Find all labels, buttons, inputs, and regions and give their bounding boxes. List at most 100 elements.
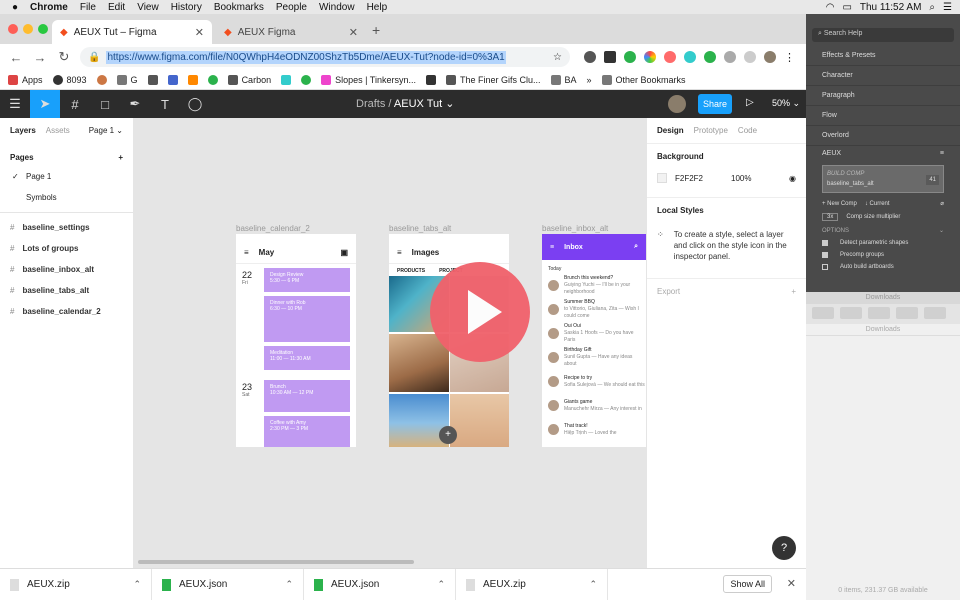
- layer-item[interactable]: # baseline_inbox_alt: [0, 259, 133, 280]
- minimize-window-button[interactable]: [23, 24, 33, 34]
- profile-avatar[interactable]: [764, 50, 776, 63]
- bookmark-ba[interactable]: BA: [550, 74, 577, 85]
- panel-menu-icon[interactable]: ≡: [940, 150, 944, 157]
- tag-button[interactable]: [924, 307, 946, 319]
- extension-icon[interactable]: [604, 50, 616, 63]
- close-tab-icon[interactable]: ✕: [195, 26, 204, 39]
- zoom-dropdown[interactable]: 50% ⌄: [772, 98, 800, 109]
- frame-label[interactable]: baseline_inbox_alt: [542, 224, 608, 233]
- download-item[interactable]: AEUX.json ⌃: [152, 568, 304, 600]
- file-name[interactable]: AEUX Tut ⌄: [394, 98, 455, 110]
- tab-layers[interactable]: Layers: [10, 126, 36, 135]
- frame-label[interactable]: baseline_tabs_alt: [389, 224, 451, 233]
- add-page-icon[interactable]: +: [118, 153, 123, 162]
- view-toggle[interactable]: [840, 307, 862, 319]
- menu-view[interactable]: View: [137, 2, 159, 13]
- other-bookmarks[interactable]: Other Bookmarks: [601, 74, 686, 85]
- menu-list-icon[interactable]: ☰: [943, 2, 952, 13]
- chevron-down-icon[interactable]: ⌄: [939, 227, 944, 234]
- share-button[interactable]: Share: [698, 94, 732, 114]
- bookmark-icon-only[interactable]: [207, 74, 218, 85]
- search-icon[interactable]: ⌕: [929, 2, 935, 13]
- download-item[interactable]: AEUX.zip ⌃: [456, 568, 608, 600]
- bookmark-icon-only[interactable]: [301, 74, 312, 85]
- bookmark-icon-only[interactable]: [167, 74, 178, 85]
- inbox-frame[interactable]: ≡ Inbox ⌕ Today Brunch this weekend? Guiyin…: [542, 234, 646, 447]
- chevron-up-icon[interactable]: ⌃: [133, 579, 141, 590]
- layer-item[interactable]: # baseline_calendar_2: [0, 301, 133, 322]
- option-checkbox[interactable]: Detect parametric shapes: [806, 237, 960, 249]
- bookmarks-overflow[interactable]: »: [587, 75, 592, 85]
- bookmark-icon-only[interactable]: [147, 74, 158, 85]
- comment-tool-icon[interactable]: ◯: [180, 90, 210, 118]
- text-tool-icon[interactable]: T: [150, 90, 180, 118]
- frame-label[interactable]: baseline_calendar_2: [236, 224, 310, 233]
- extension-icon[interactable]: [684, 50, 696, 63]
- help-button[interactable]: ?: [772, 536, 796, 560]
- menu-bookmarks[interactable]: Bookmarks: [214, 2, 264, 13]
- horizontal-scrollbar[interactable]: [138, 560, 414, 564]
- url-field[interactable]: 🔒 https://www.figma.com/file/N0QWhpH4eOD…: [80, 47, 570, 67]
- bookmark-8093[interactable]: 8093: [52, 74, 87, 85]
- chevron-up-icon[interactable]: ⌃: [285, 579, 293, 590]
- tab-assets[interactable]: Assets: [46, 126, 70, 135]
- tab-prototype[interactable]: Prototype: [694, 126, 728, 135]
- page-item[interactable]: Symbols: [0, 187, 133, 208]
- bookmark-icon-only[interactable]: [187, 74, 198, 85]
- battery-icon[interactable]: ▭: [842, 2, 851, 13]
- layer-item[interactable]: # baseline_settings: [0, 217, 133, 238]
- shape-tool-icon[interactable]: □: [90, 90, 120, 118]
- chevron-up-icon[interactable]: ⌃: [437, 579, 445, 590]
- comp-size-input[interactable]: 3x: [822, 213, 839, 221]
- close-tab-icon[interactable]: ✕: [349, 26, 358, 39]
- bookmark-g[interactable]: G: [116, 74, 138, 85]
- calendar-frame[interactable]: ≡ May ▣ 22 Fri Design Review 5:30 — 6 PM Din…: [236, 234, 356, 447]
- eye-icon[interactable]: ◉: [789, 174, 796, 183]
- frame-tool-icon[interactable]: #: [60, 90, 90, 118]
- tab-code[interactable]: Code: [738, 126, 757, 135]
- color-swatch[interactable]: [657, 173, 667, 183]
- more-menu-icon[interactable]: ⋮: [784, 51, 795, 64]
- extension-icon[interactable]: [724, 50, 736, 63]
- bookmark-apps[interactable]: Apps: [8, 74, 43, 85]
- panel-section[interactable]: Flow: [806, 106, 960, 126]
- share-button[interactable]: [896, 307, 918, 319]
- panel-section[interactable]: Effects & Presets: [806, 46, 960, 66]
- present-play-icon[interactable]: ▷: [746, 97, 754, 108]
- close-icon[interactable]: ✕: [787, 577, 796, 590]
- search-help-field[interactable]: ⌕ Search Help: [812, 28, 954, 42]
- extension-icon[interactable]: [744, 50, 756, 63]
- bookmark-icon-only[interactable]: [425, 74, 436, 85]
- option-checkbox[interactable]: Auto build artboards: [806, 261, 960, 273]
- show-all-button[interactable]: Show All: [723, 575, 772, 593]
- apple-menu-icon[interactable]: ●: [12, 2, 18, 13]
- attach-icon[interactable]: ⌀: [940, 200, 944, 207]
- menu-help[interactable]: Help: [367, 2, 388, 13]
- figma-canvas[interactable]: baseline_calendar_2 baseline_tabs_alt ba…: [134, 118, 646, 568]
- new-tab-button[interactable]: +: [372, 22, 380, 38]
- bookmark-star-icon[interactable]: ☆: [553, 52, 562, 63]
- menu-file[interactable]: File: [80, 2, 96, 13]
- current-button[interactable]: ↓ Current: [865, 201, 890, 207]
- url-text[interactable]: https://www.figma.com/file/N0QWhpH4eODNZ…: [106, 50, 506, 64]
- browser-tab[interactable]: ◆ AEUX Figma ✕: [216, 20, 366, 44]
- forward-icon[interactable]: →: [32, 50, 48, 65]
- option-checkbox[interactable]: Precomp groups: [806, 249, 960, 261]
- new-comp-button[interactable]: + New Comp: [822, 201, 857, 207]
- bookmark-finer-gifs[interactable]: The Finer Gifs Clu...: [445, 74, 541, 85]
- bg-opacity-input[interactable]: 100%: [731, 174, 751, 183]
- bookmark-icon-only[interactable]: [281, 74, 292, 85]
- page-dropdown[interactable]: Page 1 ⌄: [89, 126, 123, 135]
- video-play-button[interactable]: [430, 262, 530, 362]
- download-item[interactable]: AEUX.zip ⌃: [0, 568, 152, 600]
- hamburger-menu-icon[interactable]: ☰: [0, 90, 30, 118]
- layer-item[interactable]: # Lots of groups: [0, 238, 133, 259]
- background-fill-row[interactable]: F2F2F2 100% ◉: [647, 169, 806, 187]
- action-button[interactable]: [868, 307, 890, 319]
- bookmark-icon-only[interactable]: [96, 74, 107, 85]
- menu-chrome[interactable]: Chrome: [30, 2, 68, 13]
- wifi-icon[interactable]: ◠: [826, 2, 835, 13]
- chevron-up-icon[interactable]: ⌃: [589, 579, 597, 590]
- menu-edit[interactable]: Edit: [108, 2, 125, 13]
- browser-tab-active[interactable]: ◆ AEUX Tut – Figma ✕: [52, 20, 212, 44]
